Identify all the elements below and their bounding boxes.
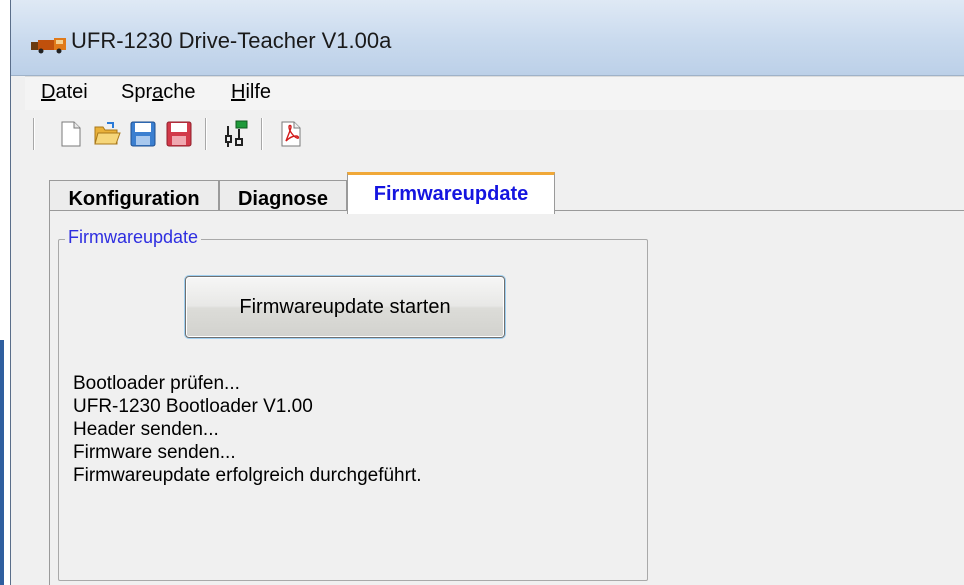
menu-datei[interactable]: Datei [41,81,88,104]
firmwareupdate-panel: Firmwareupdate Firmwareupdate starten Bo… [49,210,964,585]
log-line: UFR-1230 Bootloader V1.00 [73,396,313,417]
pdf-button[interactable] [275,118,307,150]
menu-sprache-mnemonic: a [152,81,164,103]
firmwareupdate-groupbox: Firmwareupdate Firmwareupdate starten Bo… [58,227,648,581]
menu-hilfe-mnemonic: H [231,81,246,103]
open-folder-icon [94,122,121,145]
log-line: Bootloader prüfen... [73,373,240,394]
app-window: UFR-1230 Drive-Teacher V1.00a Datei Spra… [10,0,964,585]
log-line: Header senden... [73,419,219,440]
tab-control: Konfiguration Diagnose Firmwareupdate Fi… [41,172,964,585]
window-title: UFR-1230 Drive-Teacher V1.00a [71,28,392,53]
new-document-icon [61,121,81,147]
start-firmwareupdate-button[interactable]: Firmwareupdate starten [185,276,505,338]
save-as-button[interactable] [163,118,195,150]
pdf-icon [281,121,301,147]
connect-device-icon [225,120,248,147]
update-log: Bootloader prüfen... UFR-1230 Bootloader… [73,372,422,487]
save-button[interactable] [127,118,159,150]
groupbox-title: Firmwareupdate [65,227,202,248]
title-bar[interactable]: UFR-1230 Drive-Teacher V1.00a [11,0,964,76]
toolbar-separator-2 [261,118,262,150]
log-line: Firmwareupdate erfolgreich durchgeführt. [73,465,422,486]
toolbar [25,110,964,156]
open-button[interactable] [91,118,123,150]
menu-bar: Datei Sprache Hilfe [25,76,964,111]
menu-hilfe[interactable]: Hilfe [231,81,271,104]
menu-datei-mnemonic: D [41,81,56,103]
save-red-icon [166,121,192,147]
toolbar-grip [33,118,34,150]
truck-app-icon [31,38,66,54]
new-button[interactable] [55,118,87,150]
menu-sprache[interactable]: Sprache [121,81,196,104]
background-window-edge [0,340,4,585]
tab-firmwareupdate[interactable]: Firmwareupdate [347,172,555,214]
log-line: Firmware senden... [73,442,236,463]
save-blue-icon [130,121,156,147]
connect-button[interactable] [219,118,251,150]
toolbar-separator [205,118,206,150]
